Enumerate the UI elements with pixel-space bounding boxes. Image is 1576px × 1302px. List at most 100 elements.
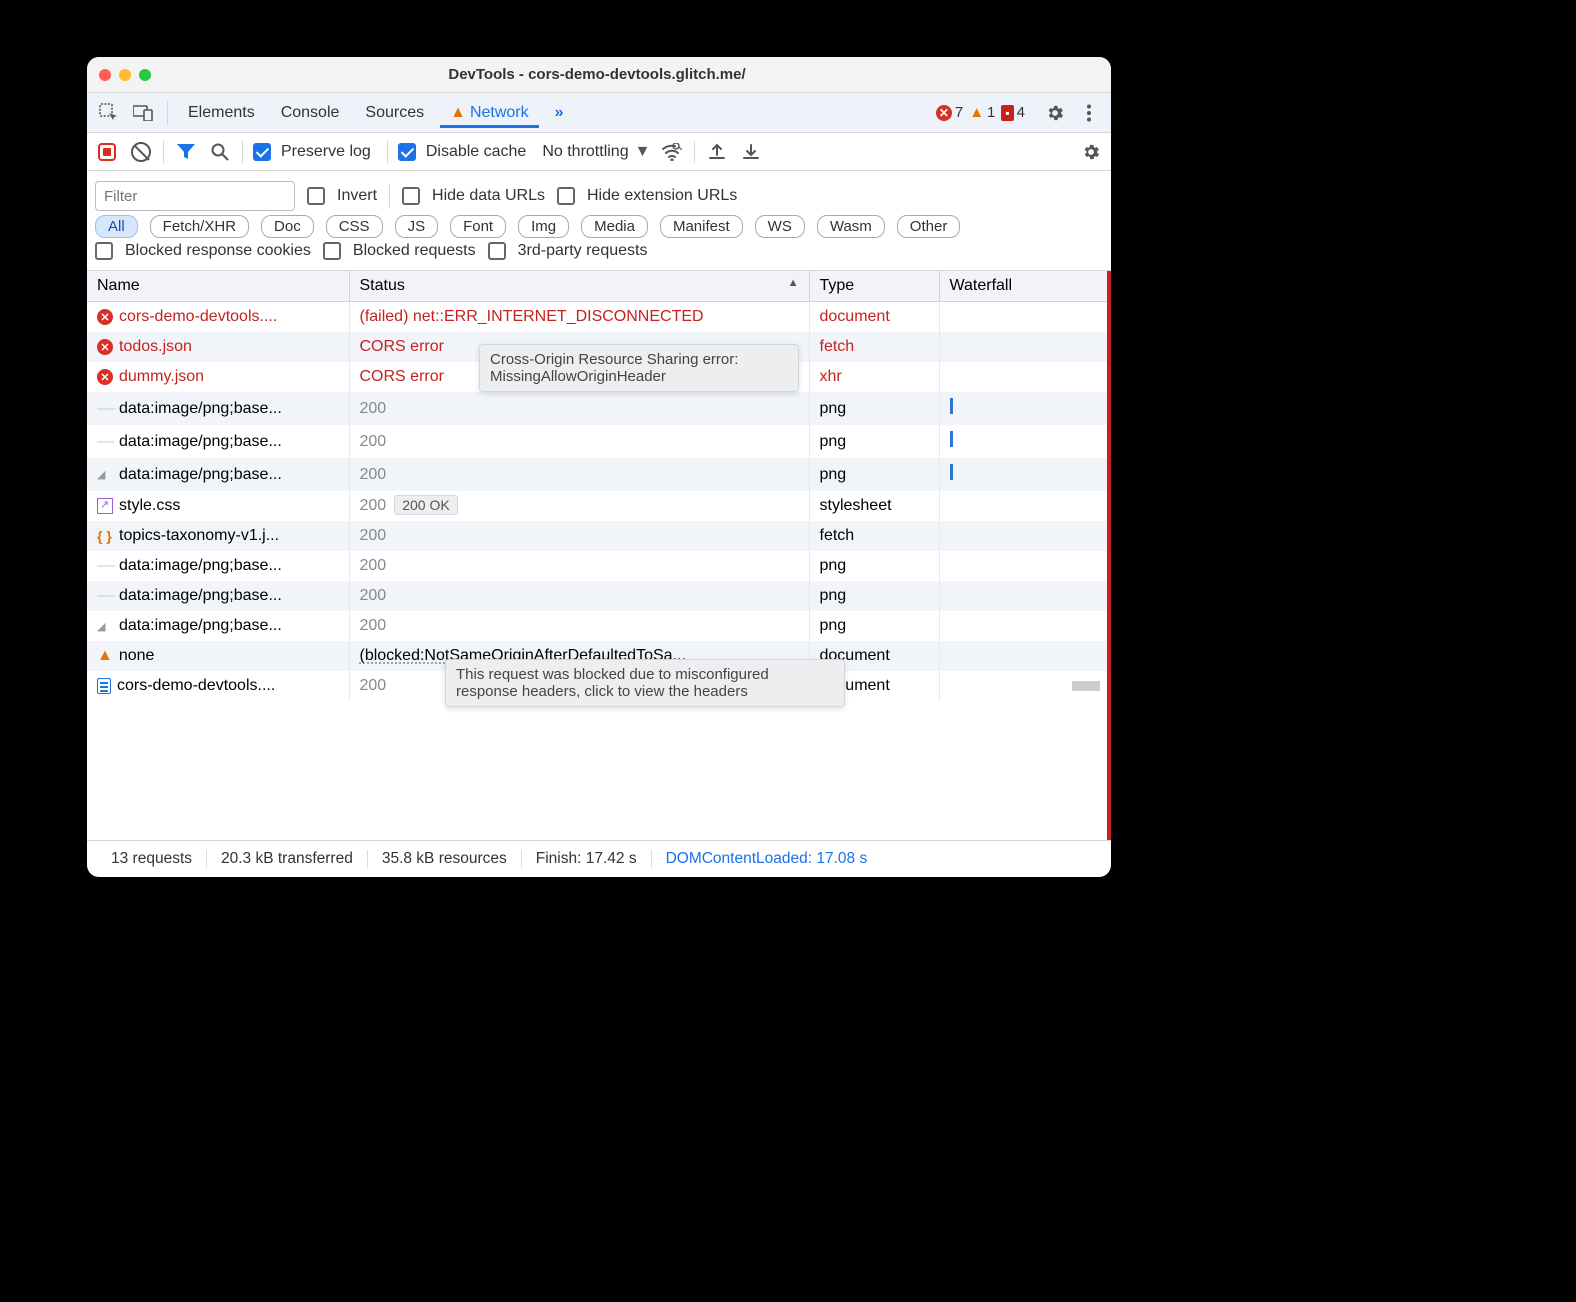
device-toggle-icon[interactable] <box>129 99 157 127</box>
hide-data-urls-checkbox[interactable] <box>402 187 420 205</box>
throttling-select[interactable]: No throttling ▼ <box>542 143 650 161</box>
warnings-count: 1 <box>987 104 995 121</box>
row-name: data:image/png;base... <box>119 466 282 484</box>
panel-more[interactable]: » <box>545 98 574 128</box>
error-icon: ✕ <box>97 309 113 325</box>
row-status: 200 <box>349 581 809 611</box>
disable-cache-label: Disable cache <box>426 143 527 161</box>
row-waterfall <box>939 425 1111 458</box>
row-waterfall <box>939 302 1111 333</box>
error-icon: ✕ <box>97 339 113 355</box>
network-row[interactable]: ––data:image/png;base...200png <box>87 581 1111 611</box>
column-type[interactable]: Type <box>809 271 939 302</box>
network-row[interactable]: ✕cors-demo-devtools....(failed) net::ERR… <box>87 302 1111 333</box>
hide-extension-urls-label: Hide extension URLs <box>587 187 737 205</box>
status-dom-content-loaded: DOMContentLoaded: 17.08 s <box>652 850 882 868</box>
type-pill-all[interactable]: All <box>95 215 138 238</box>
column-name[interactable]: Name <box>87 271 349 302</box>
panel-tabbar: Elements Console Sources ▲Network » ✕7 ▲… <box>87 93 1111 133</box>
download-har-icon[interactable] <box>739 140 763 164</box>
panel-network[interactable]: ▲Network <box>440 98 539 128</box>
type-pill-fetchxhr[interactable]: Fetch/XHR <box>150 215 249 238</box>
row-name: dummy.json <box>119 368 204 386</box>
type-pill-other[interactable]: Other <box>897 215 961 238</box>
hide-extension-urls-checkbox[interactable] <box>557 187 575 205</box>
settings-icon[interactable] <box>1041 99 1069 127</box>
image-file-icon: ◢ <box>97 620 113 633</box>
type-pill-doc[interactable]: Doc <box>261 215 314 238</box>
inspect-element-icon[interactable] <box>95 99 123 127</box>
window-title: DevTools - cors-demo-devtools.glitch.me/ <box>95 66 1099 83</box>
type-pill-js[interactable]: JS <box>395 215 439 238</box>
status-bar: 13 requests 20.3 kB transferred 35.8 kB … <box>87 841 1111 877</box>
errors-badge[interactable]: ✕7 <box>936 104 963 121</box>
network-row[interactable]: { }topics-taxonomy-v1.j...200fetch <box>87 521 1111 551</box>
panel-elements[interactable]: Elements <box>178 98 265 128</box>
kebab-menu-icon[interactable] <box>1075 99 1103 127</box>
row-waterfall <box>939 491 1111 521</box>
type-pill-img[interactable]: Img <box>518 215 569 238</box>
record-button[interactable] <box>95 140 119 164</box>
preserve-log-checkbox[interactable] <box>253 143 271 161</box>
filter-toggle-icon[interactable] <box>174 140 198 164</box>
type-pill-media[interactable]: Media <box>581 215 648 238</box>
disable-cache-checkbox[interactable] <box>398 143 416 161</box>
blocked-cookies-checkbox[interactable] <box>95 242 113 260</box>
status-finish: Finish: 17.42 s <box>522 850 652 868</box>
network-conditions-icon[interactable] <box>660 140 684 164</box>
type-pill-font[interactable]: Font <box>450 215 506 238</box>
network-row[interactable]: ––data:image/png;base...200png <box>87 425 1111 458</box>
warnings-badge[interactable]: ▲1 <box>969 104 995 121</box>
row-name: data:image/png;base... <box>119 400 282 418</box>
clear-button[interactable] <box>129 140 153 164</box>
row-name: data:image/png;base... <box>119 617 282 635</box>
third-party-label: 3rd-party requests <box>518 242 648 260</box>
type-pill-css[interactable]: CSS <box>326 215 383 238</box>
preserve-log-label: Preserve log <box>281 143 371 161</box>
upload-har-icon[interactable] <box>705 140 729 164</box>
network-row[interactable]: style.css200200 OKstylesheet <box>87 491 1111 521</box>
row-type: document <box>809 302 939 333</box>
alerts-cluster: ✕7 ▲1 ▪4 <box>936 104 1025 121</box>
stylesheet-icon <box>97 498 113 514</box>
invert-checkbox[interactable] <box>307 187 325 205</box>
waterfall-bar <box>1072 681 1100 691</box>
network-row[interactable]: ––data:image/png;base...200png <box>87 392 1111 425</box>
filter-input[interactable] <box>95 181 295 211</box>
row-type: png <box>809 458 939 491</box>
network-settings-icon[interactable] <box>1079 140 1103 164</box>
search-icon[interactable] <box>208 140 232 164</box>
warning-icon: ▲ <box>969 104 984 121</box>
row-waterfall <box>939 641 1111 671</box>
column-waterfall[interactable]: Waterfall <box>939 271 1111 302</box>
network-row[interactable]: ◢data:image/png;base...200png <box>87 611 1111 641</box>
grid-error-indicator <box>1107 271 1111 840</box>
third-party-checkbox[interactable] <box>488 242 506 260</box>
type-filter-pills: All Fetch/XHR Doc CSS JS Font Img Media Manifest… <box>95 215 1103 238</box>
hide-data-urls-label: Hide data URLs <box>432 187 545 205</box>
row-name: data:image/png;base... <box>119 557 282 575</box>
row-name: none <box>119 647 155 665</box>
generic-file-icon: –– <box>97 433 113 451</box>
column-status[interactable]: Status <box>349 271 809 302</box>
network-toolbar: Preserve log Disable cache No throttling… <box>87 133 1111 171</box>
type-pill-wasm[interactable]: Wasm <box>817 215 885 238</box>
issues-badge[interactable]: ▪4 <box>1001 104 1025 121</box>
blocked-request-tooltip: This request was blocked due to misconfi… <box>445 659 845 707</box>
network-row[interactable]: ––data:image/png;base...200png <box>87 551 1111 581</box>
blocked-requests-checkbox[interactable] <box>323 242 341 260</box>
row-name: topics-taxonomy-v1.j... <box>119 527 279 545</box>
errors-count: 7 <box>955 104 963 121</box>
generic-file-icon: –– <box>97 557 113 575</box>
row-waterfall <box>939 362 1111 392</box>
row-type: fetch <box>809 521 939 551</box>
network-row[interactable]: ◢data:image/png;base...200png <box>87 458 1111 491</box>
warning-icon: ▲ <box>450 104 466 121</box>
panel-sources[interactable]: Sources <box>355 98 434 128</box>
row-name: cors-demo-devtools.... <box>119 308 277 326</box>
row-type: png <box>809 392 939 425</box>
type-pill-ws[interactable]: WS <box>755 215 805 238</box>
type-pill-manifest[interactable]: Manifest <box>660 215 743 238</box>
panel-console[interactable]: Console <box>271 98 350 128</box>
status-requests: 13 requests <box>97 850 207 868</box>
